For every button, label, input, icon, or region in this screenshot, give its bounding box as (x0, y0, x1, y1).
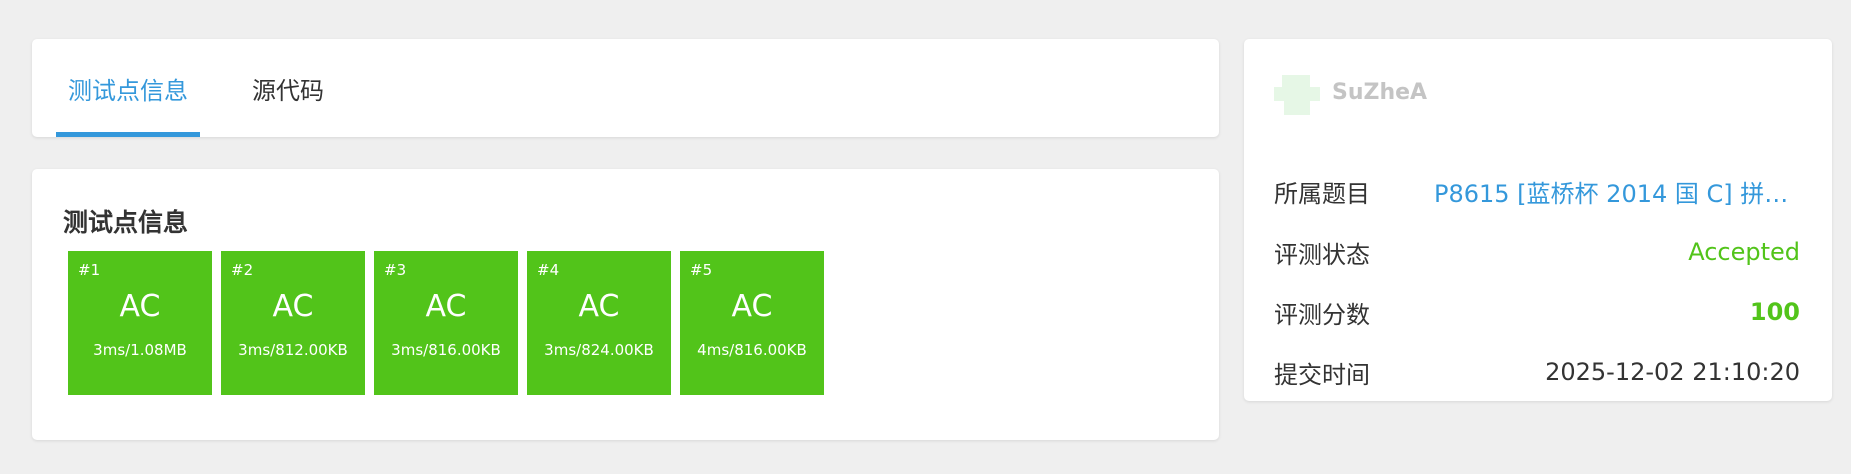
testcase-metric: 3ms/1.08MB (93, 341, 187, 359)
submit-time-value: 2025-12-02 21:10:20 (1545, 358, 1800, 386)
testcase-panel-title: 测试点信息 (63, 208, 189, 237)
testcase-status: AC (578, 289, 620, 324)
score-value: 100 (1749, 298, 1800, 326)
username[interactable]: SuZheA (1332, 80, 1427, 105)
status-row: 评测状态 Accepted (1274, 234, 1800, 270)
testcase-card[interactable]: #2 AC 3ms/812.00KB (221, 251, 365, 395)
submission-page: 测试点信息 源代码 测试点信息 #1 AC 3ms/1.08MB #2 AC 3… (0, 0, 1851, 474)
testcase-metric: 3ms/812.00KB (238, 341, 348, 359)
testcase-list: #1 AC 3ms/1.08MB #2 AC 3ms/812.00KB #3 A… (68, 251, 824, 395)
testcase-number: #5 (690, 261, 713, 279)
tab-source-code[interactable]: 源代码 (232, 39, 344, 137)
submission-info-panel: SuZheA 所属题目 P8615 [蓝桥杯 2014 国 C] 拼接... 评… (1244, 39, 1832, 401)
status-label: 评测状态 (1274, 240, 1370, 269)
testcase-status: AC (425, 289, 467, 324)
tab-testcases[interactable]: 测试点信息 (56, 39, 200, 137)
status-value: Accepted (1688, 238, 1800, 266)
testcase-card[interactable]: #5 AC 4ms/816.00KB (680, 251, 824, 395)
testcase-card[interactable]: #4 AC 3ms/824.00KB (527, 251, 671, 395)
testcase-number: #2 (231, 261, 254, 279)
score-label: 评测分数 (1274, 300, 1370, 329)
user-info[interactable]: SuZheA (1274, 69, 1427, 115)
testcase-metric: 3ms/816.00KB (391, 341, 501, 359)
submit-time-row: 提交时间 2025-12-02 21:10:20 (1274, 354, 1800, 390)
tab-bar: 测试点信息 源代码 (32, 39, 1219, 137)
testcase-status: AC (119, 289, 161, 324)
problem-link[interactable]: P8615 [蓝桥杯 2014 国 C] 拼接... (1434, 174, 1800, 209)
testcase-metric: 3ms/824.00KB (544, 341, 654, 359)
testcase-number: #3 (384, 261, 407, 279)
testcase-status: AC (272, 289, 314, 324)
submit-time-label: 提交时间 (1274, 360, 1370, 389)
score-row: 评测分数 100 (1274, 294, 1800, 330)
testcase-card[interactable]: #1 AC 3ms/1.08MB (68, 251, 212, 395)
problem-label: 所属题目 (1274, 179, 1370, 208)
user-avatar-icon[interactable] (1274, 69, 1320, 115)
testcase-panel: 测试点信息 #1 AC 3ms/1.08MB #2 AC 3ms/812.00K… (32, 169, 1219, 440)
testcase-number: #1 (78, 261, 101, 279)
problem-row: 所属题目 P8615 [蓝桥杯 2014 国 C] 拼接... (1274, 173, 1800, 209)
testcase-card[interactable]: #3 AC 3ms/816.00KB (374, 251, 518, 395)
testcase-metric: 4ms/816.00KB (697, 341, 807, 359)
testcase-number: #4 (537, 261, 560, 279)
testcase-status: AC (731, 289, 773, 324)
